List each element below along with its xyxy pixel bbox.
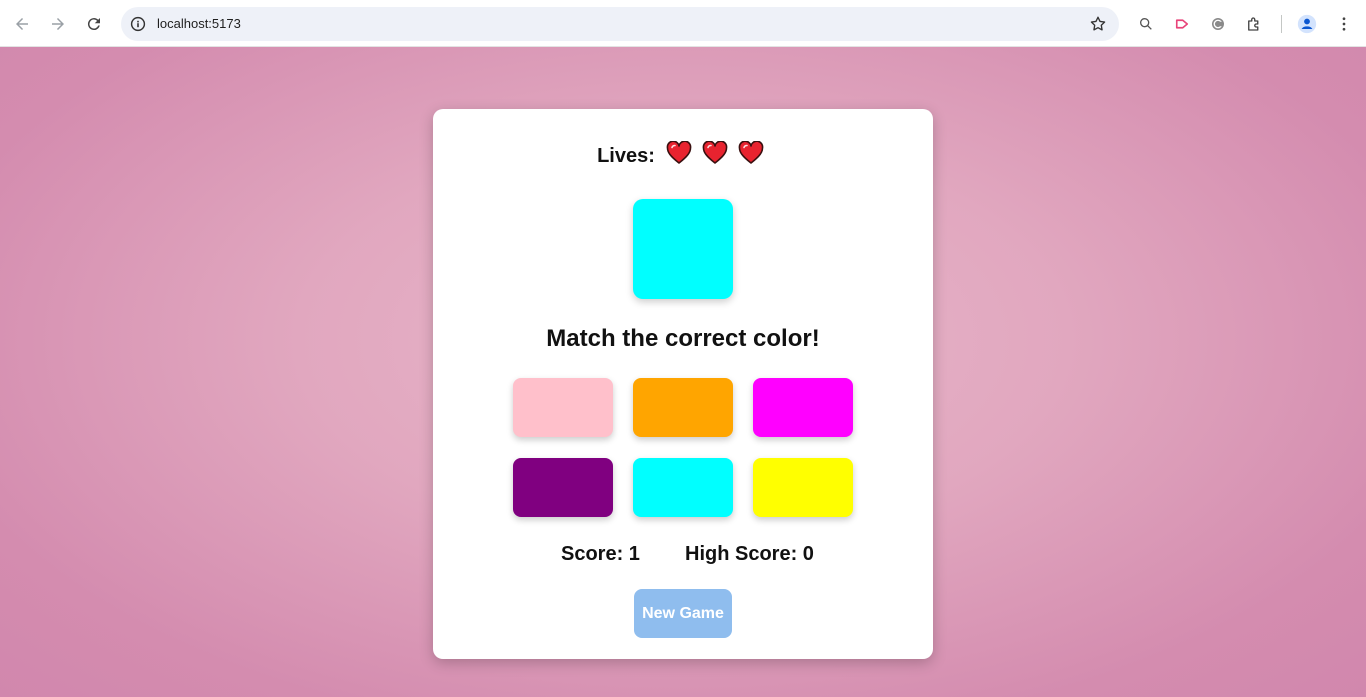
reload-icon: [87, 18, 100, 31]
color-option-4[interactable]: [513, 458, 613, 517]
high-score-text: High Score: 0: [685, 543, 814, 565]
heart-icon: [738, 141, 764, 164]
page-background: Lives: Match the correct color! Score: 1…: [0, 47, 1366, 697]
browser-menu-icon[interactable]: [1333, 13, 1355, 35]
hearts-container: [661, 141, 769, 171]
arrow-right-icon: [52, 18, 64, 30]
color-option-2[interactable]: [633, 378, 733, 437]
heart-icon: [666, 141, 692, 164]
score-text: Score: 1: [561, 543, 640, 565]
toolbar-separator: [1281, 15, 1282, 33]
lives-display: Lives:: [433, 141, 933, 171]
search-icon[interactable]: [1135, 13, 1157, 35]
bookmark-star-icon[interactable]: [1089, 15, 1107, 33]
heart-icon: [702, 141, 728, 164]
browser-toolbar: localhost:5173: [0, 0, 1366, 47]
back-button[interactable]: [8, 10, 36, 38]
target-color-swatch: [633, 199, 733, 299]
extensions-puzzle-icon[interactable]: [1243, 13, 1265, 35]
url-text: localhost:5173: [157, 16, 241, 31]
extension-video-icon[interactable]: [1171, 13, 1193, 35]
color-option-3[interactable]: [753, 378, 853, 437]
arrow-left-icon: [16, 18, 28, 30]
color-option-6[interactable]: [753, 458, 853, 517]
prompt-text: Match the correct color!: [546, 325, 820, 352]
forward-button[interactable]: [44, 10, 72, 38]
profile-avatar-icon[interactable]: [1296, 13, 1318, 35]
new-game-button[interactable]: New Game: [634, 589, 732, 638]
lives-label: Lives:: [597, 144, 655, 167]
game-card: Lives: Match the correct color! Score: 1…: [433, 109, 933, 659]
color-option-5[interactable]: [633, 458, 733, 517]
color-option-1[interactable]: [513, 378, 613, 437]
site-info-icon[interactable]: [129, 15, 147, 33]
reload-button[interactable]: [80, 10, 108, 38]
address-bar[interactable]: localhost:5173: [121, 7, 1119, 41]
extension-c-icon[interactable]: [1207, 13, 1229, 35]
